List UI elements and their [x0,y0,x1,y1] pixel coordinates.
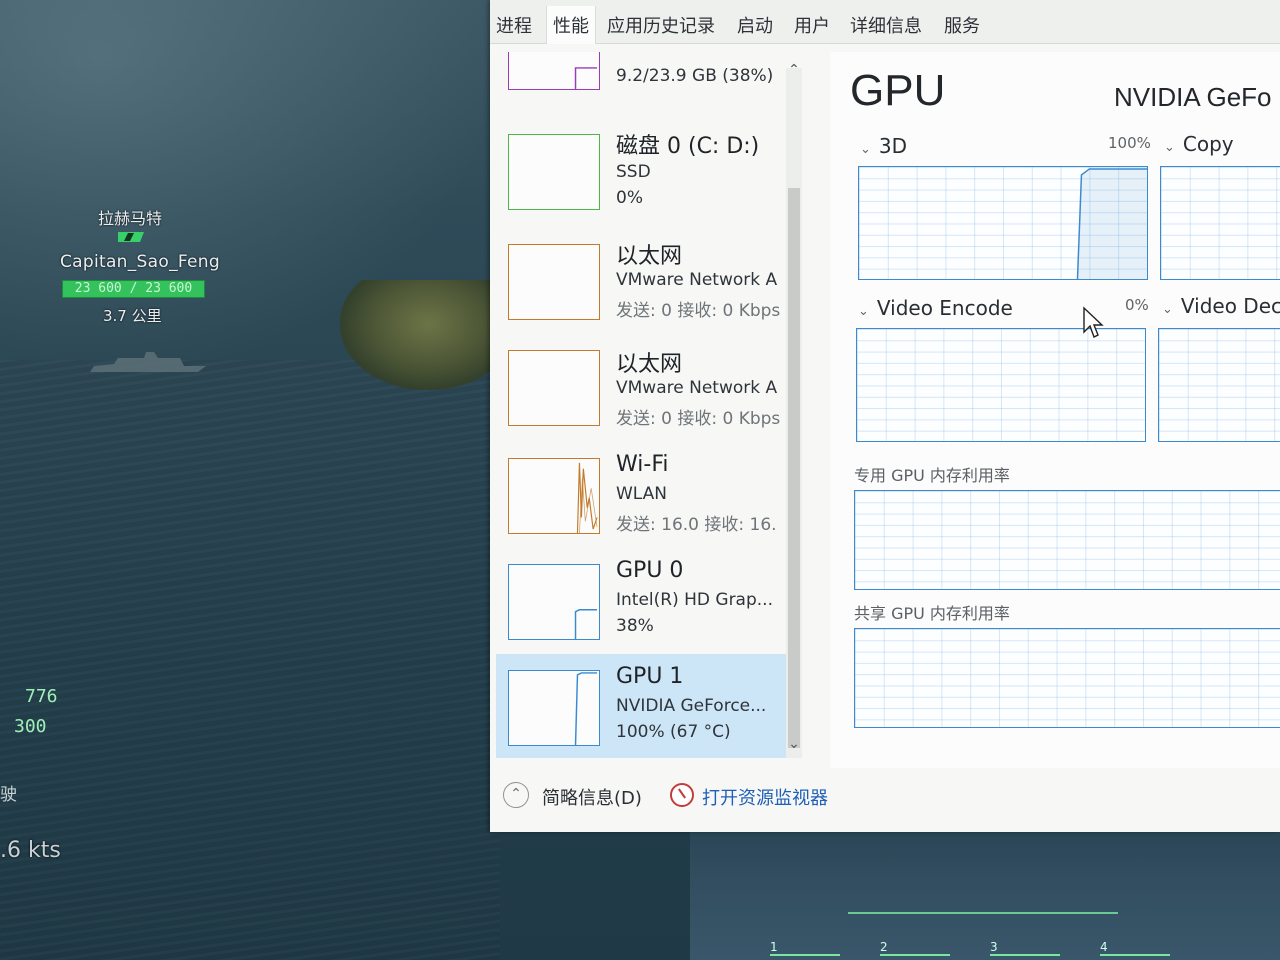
sidebar-item-title: Wi-Fi [616,452,669,477]
sidebar-item-gpu-0[interactable]: GPU 0 Intel(R) HD Grap... 38% [496,556,786,660]
open-resource-monitor-link[interactable]: 打开资源监视器 [702,784,828,810]
detail-title: GPU [850,66,946,115]
sidebar-item-title: 磁盘 0 (C: D:) [616,134,760,159]
chevron-down-icon: ⌄ [858,304,869,319]
sidebar-item-line: 100% (67 °C) [616,722,731,742]
ship-speed: .6 kts [0,838,61,863]
mouse-cursor-icon [1083,306,1104,338]
graph-3d [858,166,1148,280]
sidebar-item-title: GPU 1 [616,664,684,689]
weapon-slot[interactable]: 3 [990,940,1060,956]
gpu-detail-pane: GPU NVIDIA GeFo ⌄ 3D 100% ⌄ Copy ⌄ Video En… [830,52,1280,768]
wifi-thumbnail [508,458,600,534]
scroll-up-arrow-icon[interactable]: ⌃ [786,62,802,78]
gpu-model-name: NVIDIA GeFo [1114,82,1272,112]
graph-dedicated-memory [854,490,1280,590]
chevron-up-icon[interactable]: ⌃ [503,782,529,808]
sidebar-item-line: NVIDIA GeForce... [616,696,767,716]
dedicated-memory-label: 专用 GPU 内存利用率 [854,466,1010,485]
sidebar-item-line: 发送: 0 接收: 0 Kbps [616,301,781,321]
sidebar-item-line: SSD [616,162,651,182]
footer-bar: ⌃ 简略信息(D) 打开资源监视器 [490,770,1280,820]
shared-memory-label: 共享 GPU 内存利用率 [854,604,1010,623]
engine-selector-3d[interactable]: ⌄ 3D [860,134,907,158]
target-ship-name: 拉赫马特 [98,209,163,228]
tab-performance[interactable]: 性能 [546,6,596,44]
target-distance: 3.7 公里 [103,307,162,325]
graph-video-encode [856,328,1146,442]
target-health-bar: 23 600 / 23 600 [62,280,205,298]
sea [0,360,500,960]
sidebar-item-ethernet[interactable]: 以太网 VMware Network A 发送: 0 接收: 0 Kbps [496,342,786,446]
ethernet-thumbnail [508,350,600,426]
tab-startup[interactable]: 启动 [737,12,773,38]
fewer-details-button[interactable]: 简略信息(D) [542,784,642,810]
sidebar-item-line: 38% [616,616,654,636]
sidebar-item-title: 以太网 [616,352,683,377]
gpu-1-thumbnail [508,670,600,746]
sidebar-item-line: WLAN [616,484,668,504]
sidebar-item-line: 9.2/23.9 GB (38%) [616,66,774,86]
tab-services[interactable]: 服务 [944,12,980,38]
sidebar-item-title: 以太网 [616,244,683,269]
sidebar-item-line: VMware Network A [616,270,778,290]
gpu-0-thumbnail [508,564,600,640]
reload-indicator [848,912,1118,914]
sidebar-item-title: GPU 0 [616,558,684,583]
tab-app-history[interactable]: 应用历史记录 [607,12,715,38]
hud-stat-a: 776 [25,686,58,707]
resource-monitor-icon[interactable] [670,783,694,807]
island [340,280,500,390]
sidebar-item-disk[interactable]: 磁盘 0 (C: D:) SSD 0% [496,122,786,226]
target-player-name: Capitan_Sao_Feng [60,252,220,272]
task-manager-window: 进程 性能 应用历史记录 启动 用户 详细信息 服务 9.2/23.9 GB (… [490,0,1280,832]
hud-stat-label: 驶 [0,785,17,804]
weapon-slot[interactable]: 2 [880,940,950,956]
graph-video-decode [1158,328,1280,442]
graph-copy [1160,166,1280,280]
sidebar-item-ethernet[interactable]: 以太网 VMware Network A 发送: 0 接收: 0 Kbps [496,232,786,336]
engine-selector-video-encode[interactable]: ⌄ Video Encode [858,296,1013,320]
sidebar-item-line: 0% [616,188,643,208]
weapon-slots: 1 2 3 4 [770,940,1170,956]
sidebar-item-line: 发送: 16.0 接收: 16. [616,515,777,535]
weapon-slot[interactable]: 4 [1100,940,1170,956]
memory-thumbnail [508,52,600,90]
engine-percent: 100% [1108,134,1151,152]
sidebar-item-wifi[interactable]: Wi-Fi WLAN 发送: 16.0 接收: 16. [496,450,786,554]
chevron-down-icon: ⌄ [1164,140,1175,155]
sidebar-item-line: Intel(R) HD Grap... [616,590,773,610]
engine-percent: 0% [1125,296,1149,314]
sidebar-item-line: 发送: 0 接收: 0 Kbps [616,409,781,429]
tab-details[interactable]: 详细信息 [850,12,922,38]
ethernet-thumbnail [508,244,600,320]
sidebar-item-gpu-1[interactable]: GPU 1 NVIDIA GeForce... 100% (67 °C) [496,654,786,758]
chevron-down-icon: ⌄ [860,142,871,157]
sidebar-scrollbar[interactable]: ⌃ ⌄ [786,62,802,758]
sidebar-item-line: VMware Network A [616,378,778,398]
graph-shared-memory [854,628,1280,728]
tab-bar: 进程 性能 应用历史记录 启动 用户 详细信息 服务 [490,0,1280,44]
tab-processes[interactable]: 进程 [496,12,532,38]
weapon-slot[interactable]: 1 [770,940,840,956]
engine-selector-video-decode[interactable]: ⌄ Video Dec [1162,294,1280,318]
chevron-down-icon: ⌄ [1162,302,1173,317]
tab-users[interactable]: 用户 [794,12,830,38]
enemy-ship [90,352,206,372]
ship-class-icon [118,232,144,242]
sidebar-item-memory[interactable]: 9.2/23.9 GB (38%) [496,52,786,96]
disk-thumbnail [508,134,600,210]
hud-stat-b: 300 [14,716,47,737]
performance-sidebar: 9.2/23.9 GB (38%) 磁盘 0 (C: D:) SSD 0% 以太… [496,52,806,768]
engine-selector-copy[interactable]: ⌄ Copy [1164,132,1234,156]
scroll-down-arrow-icon[interactable]: ⌄ [786,736,802,752]
scroll-thumb[interactable] [788,188,800,748]
